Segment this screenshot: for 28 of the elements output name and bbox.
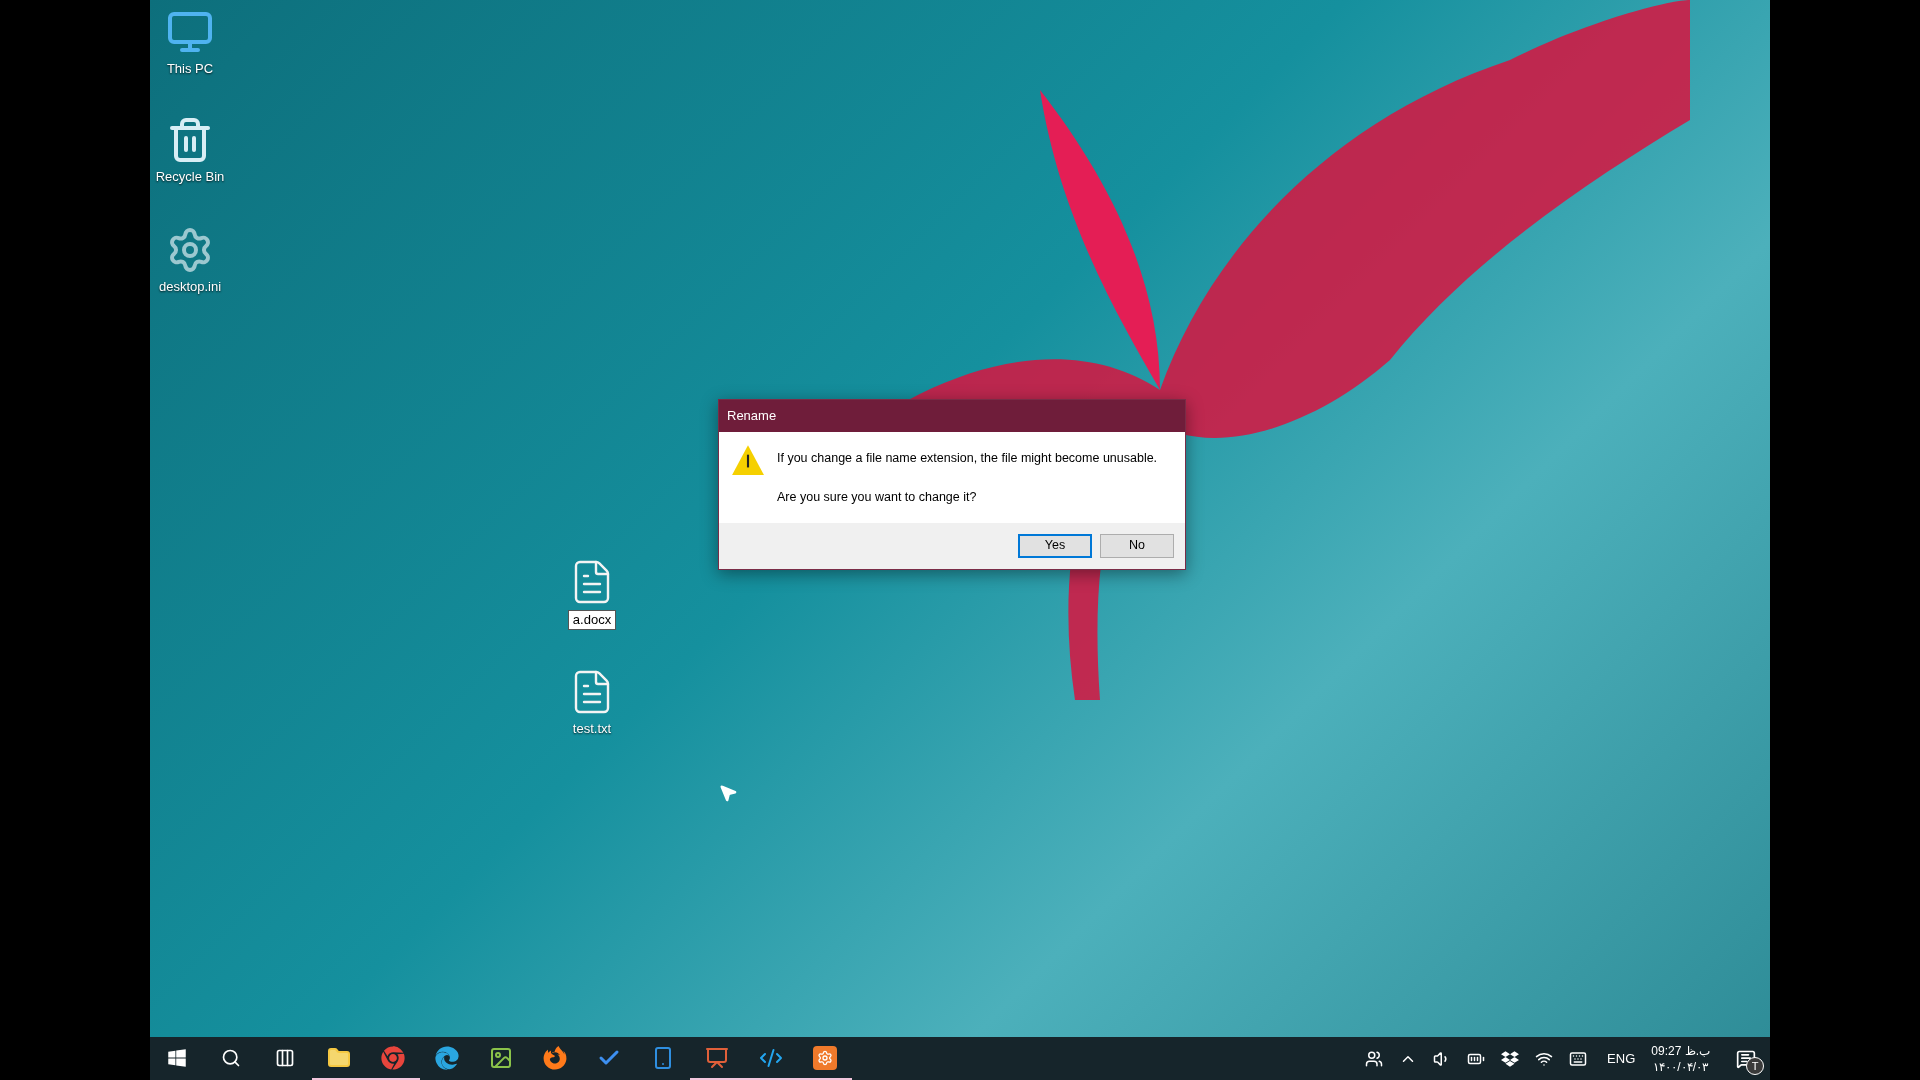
dropbox-icon[interactable]	[1501, 1049, 1520, 1068]
presentation-icon	[705, 1045, 729, 1070]
desktop-icon-label[interactable]: test.txt	[572, 720, 612, 738]
dialog-question: Are you sure you want to change it?	[777, 488, 978, 506]
firefox-icon	[543, 1045, 567, 1070]
dialog-button[interactable]: No	[1100, 533, 1174, 558]
dialog-title: Rename	[727, 407, 777, 426]
desktop-icon-label[interactable]: Recycle Bin	[155, 168, 225, 186]
image-icon	[489, 1045, 513, 1070]
warning-icon	[731, 444, 765, 476]
chrome-icon	[381, 1045, 405, 1070]
notification-badge: T	[1746, 1057, 1764, 1075]
language-indicator[interactable]: ENG	[1607, 1048, 1636, 1069]
desktop-icon-label[interactable]: This PC	[166, 60, 214, 78]
people-icon[interactable]	[1365, 1049, 1384, 1068]
folder-icon	[327, 1045, 351, 1070]
desktop-icon-label[interactable]: desktop.ini	[158, 278, 222, 296]
mouse-cursor-icon	[718, 783, 738, 803]
clock-date[interactable]: ۱۴۰۰/۰۴/۰۳	[1653, 1058, 1708, 1075]
dialog-button[interactable]: Yes	[1018, 533, 1092, 558]
dialog-message: If you change a file name extension, the file might become unusable.	[777, 450, 1158, 467]
windows-logo-icon	[167, 1047, 187, 1068]
edge-icon	[435, 1045, 459, 1070]
rename-field[interactable]: a.docx	[567, 610, 617, 630]
clock-time[interactable]: 09:27 ب.ظ	[1651, 1042, 1710, 1059]
search-icon	[221, 1047, 241, 1068]
keyboard-icon[interactable]	[1569, 1049, 1588, 1068]
task-view-icon	[275, 1047, 295, 1068]
